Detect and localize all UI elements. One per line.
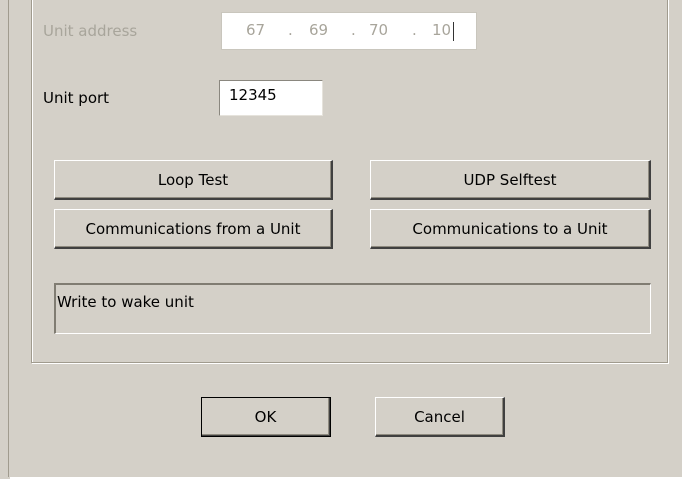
window-left-edge (8, 0, 9, 477)
ip-octet-2[interactable]: 69 (309, 21, 328, 39)
ok-button[interactable]: OK (201, 397, 331, 437)
ip-octet-1[interactable]: 67 (246, 21, 265, 39)
ip-separator-1: . (288, 21, 293, 39)
communications-from-unit-button[interactable]: Communications from a Unit (54, 209, 333, 249)
udp-selftest-button[interactable]: UDP Selftest (370, 160, 651, 200)
dialog-window: Unit address 67 . 69 . 70 . 10 Unit port… (0, 0, 684, 479)
ip-separator-2: . (351, 21, 356, 39)
unit-address-label: Unit address (43, 22, 138, 40)
ip-octet-3[interactable]: 70 (369, 21, 388, 39)
status-message-box: Write to wake unit (54, 283, 651, 334)
ip-separator-3: . (412, 21, 417, 39)
unit-port-label: Unit port (43, 89, 110, 107)
cancel-button[interactable]: Cancel (375, 397, 505, 437)
unit-port-input[interactable]: 12345 (219, 80, 323, 116)
loop-test-button[interactable]: Loop Test (54, 160, 333, 200)
communications-to-unit-button[interactable]: Communications to a Unit (370, 209, 651, 249)
unit-address-input[interactable]: 67 . 69 . 70 . 10 (221, 12, 477, 50)
ip-octet-4[interactable]: 10 (432, 21, 451, 39)
text-caret (453, 22, 454, 41)
